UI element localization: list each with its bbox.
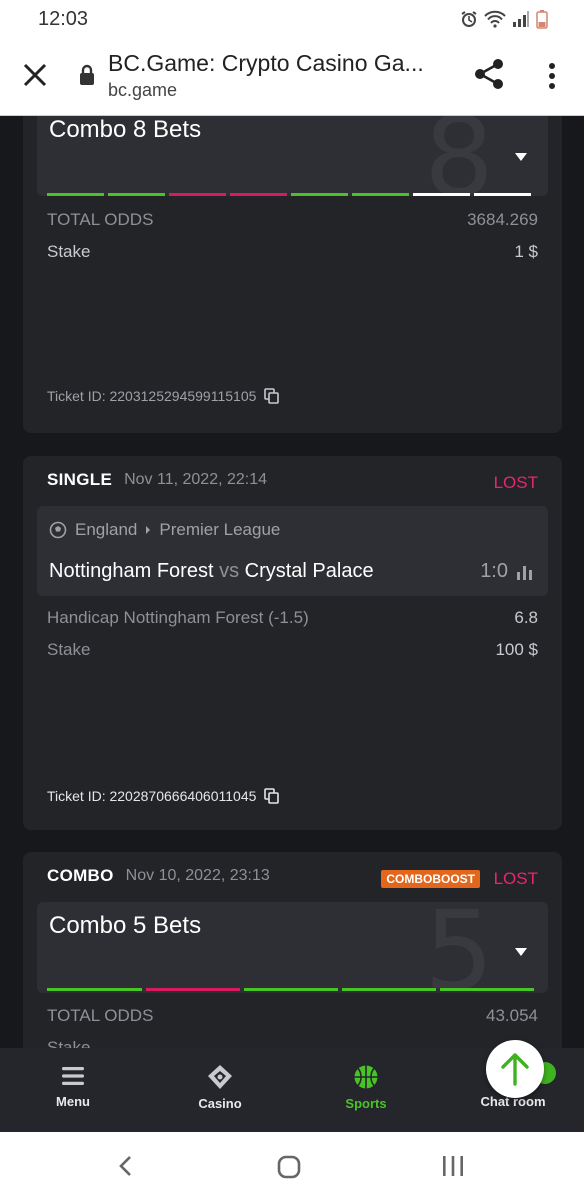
browser-toolbar: BC.Game: Crypto Casino Ga... bc.game	[0, 38, 584, 116]
leg-bar	[169, 193, 226, 196]
bet-card-single: SINGLE Nov 11, 2022, 22:14 LOST England …	[23, 456, 562, 830]
bet-card-combo-5: COMBO Nov 10, 2022, 23:13 COMBOBOOST LOS…	[23, 852, 562, 1048]
alarm-icon	[460, 10, 478, 33]
stake-value: 100 $	[495, 640, 538, 659]
signal-icon	[512, 10, 530, 33]
total-odds-value: 3684.269	[467, 210, 538, 229]
status-time: 12:03	[38, 8, 89, 30]
match-score: 1:0	[480, 560, 508, 582]
comboboost-badge: COMBOBOOST	[381, 870, 480, 888]
stake-row: Stake	[47, 1038, 538, 1048]
leg-bar	[244, 988, 338, 991]
leg-bar	[230, 193, 287, 196]
status-bar: 12:03	[0, 0, 584, 38]
leg-result-bars	[47, 193, 531, 196]
leg-bar	[474, 193, 531, 196]
lock-icon	[78, 64, 96, 86]
recent-apps-icon[interactable]	[440, 1154, 466, 1178]
bet-type: COMBO	[47, 866, 114, 885]
total-odds-label: TOTAL ODDS	[47, 1006, 154, 1025]
combo-count-watermark: 8	[424, 116, 494, 196]
nav-casino[interactable]: Casino	[165, 1064, 275, 1111]
back-icon[interactable]	[114, 1154, 138, 1178]
battery-icon	[536, 9, 548, 34]
ticket-id-text: Ticket ID: 2203125294599115105	[47, 388, 257, 404]
leg-bar	[413, 193, 470, 196]
nav-sports-label: Sports	[345, 1096, 387, 1111]
market-label: Handicap Nottingham Forest (-1.5)	[47, 608, 309, 627]
combo-title: Combo 5 Bets	[49, 912, 202, 939]
odds-value: 6.8	[514, 608, 538, 627]
ticket-id: Ticket ID: 2202870666406011045	[47, 788, 280, 804]
ticket-id-text: Ticket ID: 2202870666406011045	[47, 788, 257, 804]
nav-menu-label: Menu	[56, 1094, 90, 1109]
league-breadcrumb: England Premier League	[49, 520, 280, 540]
casino-cards-icon	[208, 1065, 232, 1089]
total-odds-row: TOTAL ODDS 3684.269	[47, 210, 538, 230]
system-navigation-bar	[0, 1132, 584, 1200]
chevron-down-icon[interactable]	[514, 947, 528, 957]
combo-title: Combo 8 Bets	[49, 116, 202, 143]
chevron-right-icon	[146, 526, 151, 534]
stake-row: Stake 1 $	[47, 242, 538, 262]
more-options-icon[interactable]	[538, 58, 566, 94]
total-odds-row: TOTAL ODDS 43.054	[47, 1006, 538, 1026]
combo-count-watermark: 5	[424, 902, 494, 993]
scroll-to-top-button[interactable]	[486, 1040, 544, 1098]
page-title: BC.Game: Crypto Casino Ga...	[108, 50, 424, 76]
soccer-ball-icon	[49, 521, 67, 539]
leg-bar	[47, 193, 104, 196]
bet-date: Nov 11, 2022, 22:14	[124, 471, 268, 488]
total-odds-label: TOTAL ODDS	[47, 210, 154, 229]
leg-result-bars	[47, 988, 534, 991]
ticket-id: Ticket ID: 2203125294599115105	[47, 388, 280, 404]
hamburger-icon	[62, 1067, 84, 1085]
match-box[interactable]: England Premier League Nottingham Forest…	[37, 506, 548, 596]
leg-bar	[108, 193, 165, 196]
arrow-up-icon	[501, 1053, 529, 1086]
leg-bar	[47, 988, 142, 991]
copy-icon[interactable]	[264, 788, 280, 804]
share-icon[interactable]	[472, 56, 508, 92]
nav-casino-label: Casino	[198, 1096, 242, 1111]
status-badge: LOST	[493, 473, 538, 492]
leg-bar	[440, 988, 534, 991]
page-url[interactable]: bc.game	[108, 80, 177, 101]
combo-header[interactable]: 5 Combo 5 Bets	[37, 902, 548, 993]
basketball-icon	[354, 1065, 378, 1089]
status-badge: LOST	[493, 869, 538, 888]
stake-value: 1 $	[514, 242, 538, 261]
total-odds-value: 43.054	[486, 1006, 538, 1025]
stake-row: Stake 100 $	[47, 640, 538, 660]
match-teams: Nottingham Forest vs Crystal Palace	[49, 560, 374, 583]
combo-header[interactable]: 8 Combo 8 Bets	[37, 116, 548, 196]
away-team: Crystal Palace	[244, 560, 374, 582]
leg-bar	[342, 988, 436, 991]
leg-bar	[146, 988, 240, 991]
leg-bar	[291, 193, 348, 196]
league-label: Premier League	[159, 520, 281, 539]
bet-card-combo-8: 8 Combo 8 Bets TOTAL ODDS 3684.269 Stake…	[23, 116, 562, 433]
bet-header: SINGLE Nov 11, 2022, 22:14	[47, 470, 538, 490]
copy-icon[interactable]	[264, 388, 280, 404]
country-label: England	[75, 520, 138, 539]
stats-icon[interactable]	[516, 564, 534, 580]
stake-label: Stake	[47, 1038, 91, 1048]
chevron-down-icon[interactable]	[514, 152, 528, 162]
market-row: Handicap Nottingham Forest (-1.5) 6.8	[47, 608, 538, 628]
bet-type: SINGLE	[47, 470, 113, 489]
nav-menu[interactable]: Menu	[18, 1064, 128, 1109]
stake-label: Stake	[47, 640, 91, 659]
nav-sports[interactable]: Sports	[311, 1064, 421, 1111]
bet-history-list[interactable]: 8 Combo 8 Bets TOTAL ODDS 3684.269 Stake…	[0, 116, 584, 1048]
leg-bar	[352, 193, 409, 196]
home-team: Nottingham Forest	[49, 560, 214, 582]
wifi-icon	[484, 10, 506, 33]
home-icon[interactable]	[276, 1154, 302, 1180]
stake-label: Stake	[47, 242, 91, 261]
close-icon[interactable]	[18, 58, 52, 92]
bet-date: Nov 10, 2022, 23:13	[125, 867, 270, 884]
vs-label: vs	[219, 560, 240, 582]
